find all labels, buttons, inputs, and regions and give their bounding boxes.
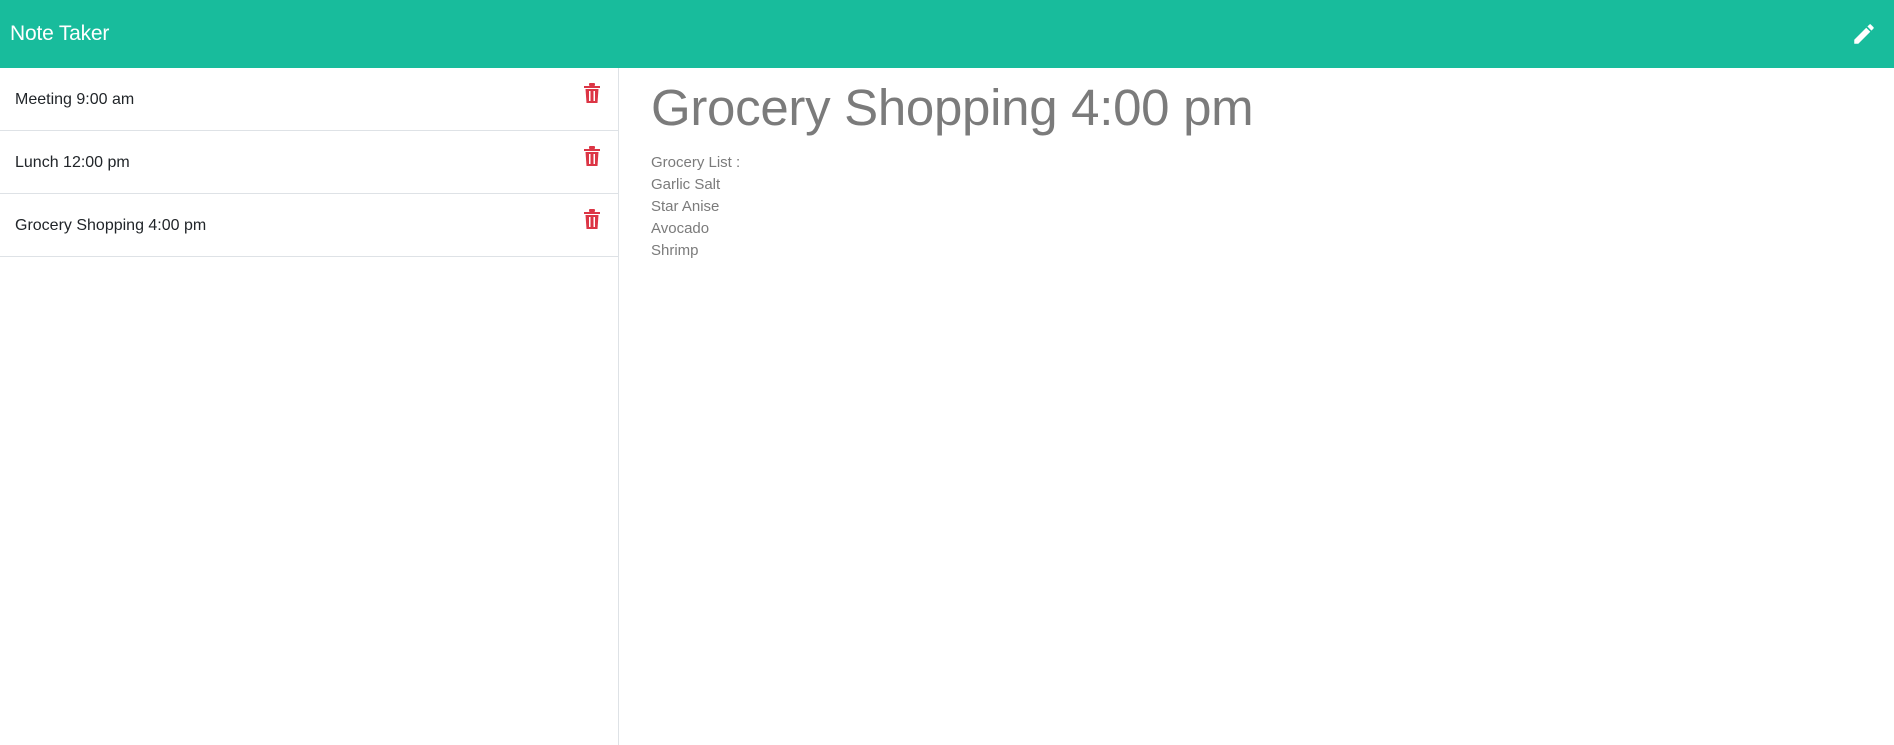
note-line: Grocery List :: [651, 154, 741, 172]
note-title-field[interactable]: Grocery Shopping 4:00 pm: [651, 79, 1862, 136]
note-title[interactable]: Grocery Shopping 4:00 pm: [15, 215, 206, 235]
note-text-field[interactable]: Grocery List : Garlic Salt Star Anise Av…: [651, 152, 1862, 262]
note-line: Shrimp: [651, 242, 699, 260]
list-item[interactable]: Lunch 12:00 pm: [0, 131, 618, 194]
trash-icon[interactable]: [584, 83, 600, 105]
pencil-icon[interactable]: [1850, 20, 1878, 48]
note-view: Grocery Shopping 4:00 pm Grocery List : …: [619, 68, 1894, 745]
trash-icon[interactable]: [584, 209, 600, 231]
note-line: Avocado: [651, 220, 710, 238]
app-title[interactable]: Note Taker: [10, 22, 109, 46]
note-title[interactable]: Lunch 12:00 pm: [15, 152, 130, 172]
note-title[interactable]: Meeting 9:00 am: [15, 89, 134, 109]
note-line: Star Anise: [651, 198, 720, 216]
navbar: Note Taker: [0, 0, 1894, 68]
trash-icon[interactable]: [584, 146, 600, 168]
list-item[interactable]: Grocery Shopping 4:00 pm: [0, 194, 618, 257]
list-item[interactable]: Meeting 9:00 am: [0, 68, 618, 131]
note-line: Garlic Salt: [651, 176, 721, 194]
note-list: Meeting 9:00 am Lunch 12:00 pm Grocery S…: [0, 68, 619, 745]
